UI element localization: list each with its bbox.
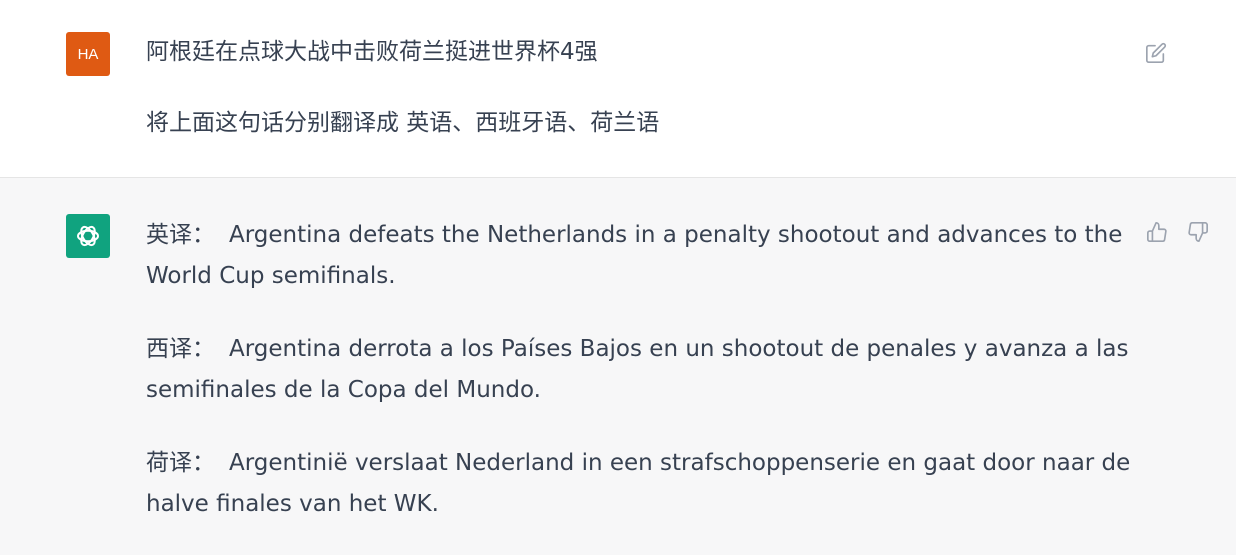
edit-icon bbox=[1146, 42, 1167, 63]
translation-label: 西译： bbox=[146, 336, 215, 362]
user-message: HA 阿根廷在点球大战中击败荷兰挺进世界杯4强 将上面这句话分别翻译成 英语、西… bbox=[0, 0, 1236, 178]
user-message-line-1: 阿根廷在点球大战中击败荷兰挺进世界杯4强 bbox=[146, 39, 598, 65]
translation-text: Argentina derrota a los Países Bajos en … bbox=[146, 336, 1129, 403]
translation-label: 英译： bbox=[146, 222, 215, 248]
user-message-line-2: 将上面这句话分别翻译成 英语、西班牙语、荷兰语 bbox=[146, 110, 660, 136]
thumbs-down-button[interactable] bbox=[1185, 219, 1211, 245]
translation-english: 英译： Argentina defeats the Netherlands in … bbox=[146, 215, 1131, 297]
translation-text: Argentinië verslaat Nederland in een str… bbox=[146, 450, 1131, 517]
user-avatar-initials: HA bbox=[77, 45, 99, 63]
translation-text: Argentina defeats the Netherlands in a p… bbox=[146, 222, 1123, 289]
assistant-avatar bbox=[66, 214, 110, 258]
edit-button[interactable] bbox=[1143, 40, 1169, 66]
assistant-message: 英译： Argentina defeats the Netherlands in … bbox=[0, 178, 1236, 555]
thumbs-up-icon bbox=[1147, 222, 1167, 242]
thumbs-up-button[interactable] bbox=[1144, 219, 1170, 245]
translation-spanish: 西译： Argentina derrota a los Países Bajos … bbox=[146, 329, 1131, 411]
translation-dutch: 荷译： Argentinië verslaat Nederland in een … bbox=[146, 443, 1131, 525]
chat-thread: HA 阿根廷在点球大战中击败荷兰挺进世界杯4强 将上面这句话分别翻译成 英语、西… bbox=[0, 0, 1236, 555]
user-avatar: HA bbox=[66, 32, 110, 76]
translation-label: 荷译： bbox=[146, 450, 215, 476]
openai-logo-icon bbox=[77, 225, 99, 247]
thumbs-down-icon bbox=[1188, 222, 1208, 242]
